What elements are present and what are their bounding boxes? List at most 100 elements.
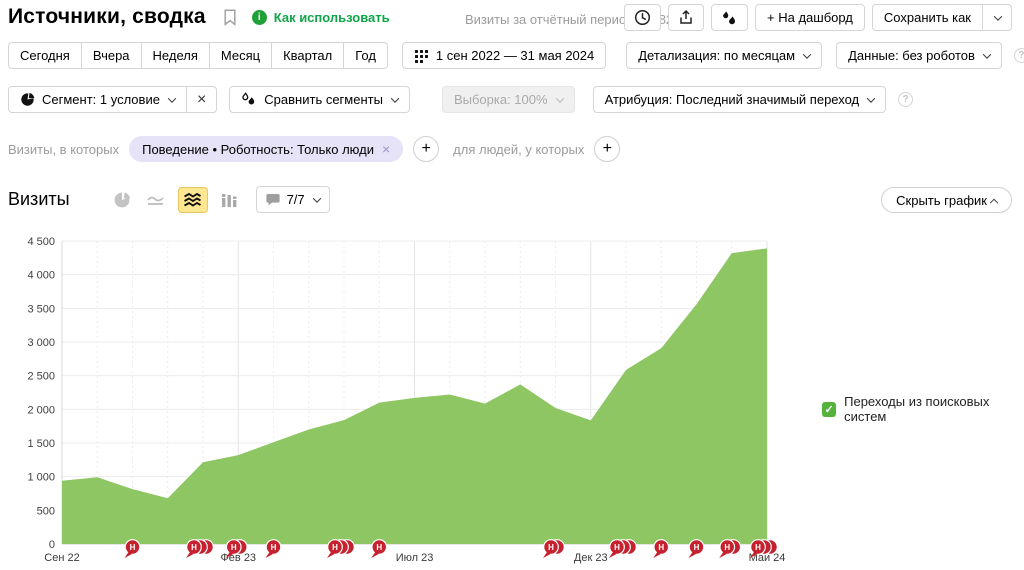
svg-text:Сен 22: Сен 22 [44,552,79,564]
svg-text:Н: Н [130,543,136,552]
visits-filter-label: Визиты, в которых [8,142,119,157]
chart-title: Визиты [8,189,70,210]
chevron-down-icon [312,194,320,202]
droplets-icon [241,92,257,107]
save-as-menu-button[interactable] [983,4,1012,31]
svg-text:Н: Н [332,543,338,552]
chevron-down-icon [391,94,399,102]
chevron-up-icon [990,199,998,207]
svg-text:Н: Н [231,543,237,552]
svg-text:Н: Н [191,543,197,552]
remove-filter-icon[interactable]: × [382,141,390,157]
legend-label: Переходы из поисковых систем [844,394,1024,424]
info-icon: i [252,10,267,25]
svg-text:500: 500 [37,505,55,517]
how-to-use-link[interactable]: Как использовать [274,10,390,25]
preset-0[interactable]: Сегодня [8,42,82,69]
chevron-down-icon [555,94,563,102]
chevron-down-icon [867,94,875,102]
export-button[interactable] [668,4,704,31]
clock-icon [634,9,651,26]
segment-button[interactable]: Сегмент: 1 условие [8,86,187,113]
chevron-down-icon [994,12,1002,20]
preset-1[interactable]: Вчера [82,42,142,69]
preset-2[interactable]: Неделя [142,42,210,69]
svg-text:Н: Н [614,543,620,552]
svg-text:2 500: 2 500 [27,371,55,383]
period-presets: СегодняВчераНеделяМесяцКварталГод [8,42,388,69]
column-chart-icon[interactable] [218,188,242,212]
preset-5[interactable]: Год [344,42,388,69]
preset-3[interactable]: Месяц [210,42,272,69]
date-range-label: 1 сен 2022 — 31 мая 2024 [436,48,594,63]
legend-checkbox-checked[interactable]: ✓ [822,402,836,417]
svg-text:1 000: 1 000 [27,472,55,484]
svg-text:Н: Н [724,543,730,552]
svg-text:3 500: 3 500 [27,303,55,315]
svg-text:Н: Н [755,543,761,552]
chevron-down-icon [983,50,991,58]
chart-header: Визиты 7/7 [8,186,330,213]
header-actions: + На дашборд Сохранить как [624,4,1012,31]
compare-segments-button[interactable]: Сравнить сегменты [229,86,410,113]
people-filter-label: для людей, у которых [453,142,584,157]
help-icon[interactable]: ? [1014,48,1024,63]
svg-text:Н: Н [376,543,382,552]
svg-text:Н: Н [694,543,700,552]
hide-chart-label: Скрыть график [896,193,987,208]
svg-text:Дек 23: Дек 23 [574,552,608,564]
attribution-label: Атрибуция: Последний значимый переход [605,92,860,107]
header: Источники, сводка i Как использовать [8,5,390,29]
annotations-count: 7/7 [287,192,305,207]
comments-icon [721,10,738,26]
bookmark-icon[interactable] [218,5,242,29]
chart-legend: ✓ Переходы из поисковых систем [822,394,1024,424]
svg-text:Июл 23: Июл 23 [396,552,434,564]
filters-row: Визиты, в которых Поведение • Роботность… [8,136,620,162]
save-as-button[interactable]: Сохранить как [872,4,983,31]
svg-text:Н: Н [658,543,664,552]
data-mode-button[interactable]: Данные: без роботов [836,42,1002,69]
export-icon [678,9,694,26]
pie-chart-icon[interactable] [110,188,134,212]
segment-label: Сегмент: 1 условие [42,92,160,107]
segment-split: Сегмент: 1 условие × [8,86,217,113]
detalization-label: Детализация: по месяцам [638,48,795,63]
detalization-button[interactable]: Детализация: по месяцам [626,42,822,69]
pie-segment-icon [20,92,35,107]
segment-bar: Сегмент: 1 условие × Сравнить сегменты В… [8,86,913,113]
svg-text:2 000: 2 000 [27,404,55,416]
svg-text:4 500: 4 500 [27,236,55,248]
speech-bubble-icon [266,193,280,206]
sources-summary-page: Источники, сводка i Как использовать Виз… [0,0,1024,570]
help-icon[interactable]: ? [898,92,913,107]
svg-text:3 000: 3 000 [27,337,55,349]
sampling-button: Выборка: 100% [442,86,575,113]
add-to-dashboard-button[interactable]: + На дашборд [755,4,865,31]
svg-text:4 000: 4 000 [27,270,55,282]
svg-text:0: 0 [49,539,55,551]
area-chart-icon-selected[interactable] [178,187,208,213]
history-button[interactable] [624,4,661,31]
line-chart-icon[interactable] [144,188,168,212]
svg-text:1 500: 1 500 [27,438,55,450]
sampling-label: Выборка: 100% [454,92,548,107]
compare-segments-label: Сравнить сегменты [264,92,383,107]
date-range-button[interactable]: 1 сен 2022 — 31 мая 2024 [402,42,606,69]
preset-4[interactable]: Квартал [272,42,344,69]
chevron-down-icon [803,50,811,58]
comments-button[interactable] [711,4,748,31]
filter-chip-robots[interactable]: Поведение • Роботность: Только люди × [129,136,403,162]
svg-text:Н: Н [271,543,277,552]
attribution-button[interactable]: Атрибуция: Последний значимый переход [593,86,887,113]
filter-chip-label: Поведение • Роботность: Только люди [142,142,374,157]
add-visit-filter-button[interactable]: + [413,136,439,162]
svg-text:Н: Н [548,543,554,552]
hide-chart-button[interactable]: Скрыть график [881,187,1012,213]
annotations-button[interactable]: 7/7 [256,186,330,213]
calendar-grid-icon [414,48,429,63]
period-bar: СегодняВчераНеделяМесяцКварталГод 1 сен … [8,42,1024,69]
add-people-filter-button[interactable]: + [594,136,620,162]
page-title: Источники, сводка [8,5,206,29]
segment-clear-button[interactable]: × [187,86,217,113]
